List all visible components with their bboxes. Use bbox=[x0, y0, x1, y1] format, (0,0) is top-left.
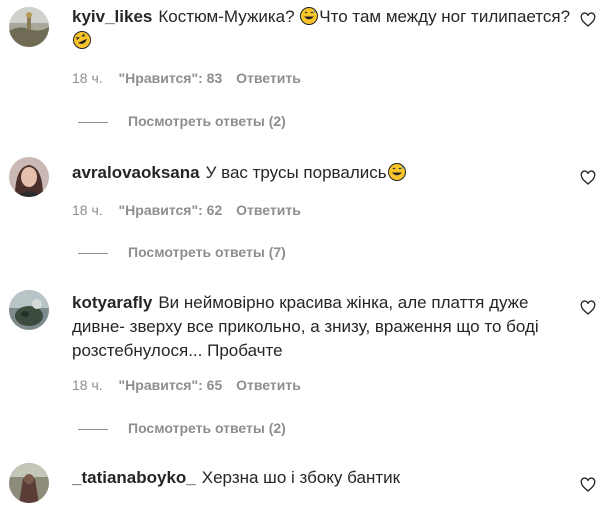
like-heart-icon[interactable] bbox=[580, 170, 596, 186]
comment-body-continued: Что там между ног тилипается? bbox=[319, 7, 571, 26]
view-replies-label: Посмотреть ответы (2) bbox=[128, 113, 286, 129]
replies-divider-line bbox=[78, 252, 108, 254]
comment-timestamp: 18 ч. bbox=[72, 202, 103, 218]
avatar[interactable] bbox=[9, 463, 49, 503]
comment-text: avralovaoksana У вас трусы порвались bbox=[72, 161, 572, 185]
view-replies-button[interactable]: Посмотреть ответы (7) bbox=[72, 244, 286, 260]
view-replies-button[interactable]: Посмотреть ответы (2) bbox=[72, 420, 286, 436]
like-heart-icon[interactable] bbox=[580, 12, 596, 28]
like-heart-icon[interactable] bbox=[580, 300, 596, 316]
like-heart-icon[interactable] bbox=[580, 477, 596, 493]
grinning-sweat-emoji-icon bbox=[300, 7, 319, 25]
comment-timestamp: 18 ч. bbox=[72, 70, 103, 86]
comment-meta: 18 ч. "Нравится": 65 Ответить bbox=[72, 377, 311, 393]
comment-likes-count[interactable]: "Нравится": 62 bbox=[119, 202, 223, 218]
view-replies-label: Посмотреть ответы (7) bbox=[128, 244, 286, 260]
comment-meta: 18 ч. "Нравится": 62 Ответить bbox=[72, 202, 311, 218]
view-replies-button[interactable]: Посмотреть ответы (2) bbox=[72, 113, 286, 129]
comment-text: _tatianaboyko_ Херзна шо і збоку бантик bbox=[72, 466, 572, 490]
replies-divider-line bbox=[78, 428, 108, 430]
reply-button[interactable]: Ответить bbox=[236, 202, 301, 218]
view-replies-label: Посмотреть ответы (2) bbox=[128, 420, 286, 436]
replies-divider-line bbox=[78, 121, 108, 123]
comment-username[interactable]: kotyarafly bbox=[72, 293, 152, 312]
comment-meta: 18 ч. "Нравится": 83 Ответить bbox=[72, 70, 311, 86]
comment-likes-count[interactable]: "Нравится": 65 bbox=[119, 377, 223, 393]
comment-body: У вас трусы порвались bbox=[205, 163, 387, 182]
reply-button[interactable]: Ответить bbox=[236, 70, 301, 86]
comment-timestamp: 18 ч. bbox=[72, 377, 103, 393]
comment-text: kyiv_likes Костюм-Мужика? Что там между н… bbox=[72, 5, 572, 53]
comment-body: Костюм-Мужика? bbox=[158, 7, 300, 26]
avatar[interactable] bbox=[9, 290, 49, 330]
comment-username[interactable]: _tatianaboyko_ bbox=[72, 468, 196, 487]
comment-username[interactable]: kyiv_likes bbox=[72, 7, 152, 26]
comment-text: kotyarafly Ви неймовірно красива жінка, а… bbox=[72, 291, 572, 363]
avatar[interactable] bbox=[9, 7, 49, 47]
comment-likes-count[interactable]: "Нравится": 83 bbox=[119, 70, 223, 86]
comment-body: Херзна шо і збоку бантик bbox=[201, 468, 401, 487]
comment-username[interactable]: avralovaoksana bbox=[72, 163, 200, 182]
reply-button[interactable]: Ответить bbox=[236, 377, 301, 393]
rolling-laughing-emoji-icon bbox=[73, 31, 91, 49]
avatar[interactable] bbox=[9, 157, 49, 197]
grinning-sweat-emoji-icon bbox=[387, 163, 406, 181]
